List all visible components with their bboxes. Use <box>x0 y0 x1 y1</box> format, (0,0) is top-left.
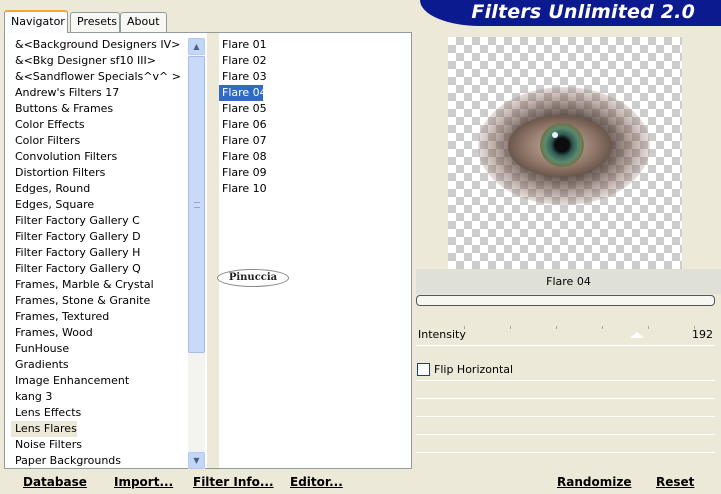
category-item[interactable]: Frames, Wood <box>11 325 189 341</box>
category-item[interactable]: Paper Backgrounds <box>11 453 189 467</box>
tab-about[interactable]: About <box>120 12 167 32</box>
category-item[interactable]: Filter Factory Gallery H <box>11 245 189 261</box>
control-separator <box>416 345 715 346</box>
slider-thumb[interactable] <box>630 332 645 338</box>
category-scrollbar[interactable]: ▲ ▼ <box>188 38 205 469</box>
category-item[interactable]: Noise Filters <box>11 437 189 453</box>
flip-horizontal-label: Flip Horizontal <box>434 363 514 376</box>
title-banner: Filters Unlimited 2.0 <box>420 0 721 26</box>
category-item[interactable]: Convolution Filters <box>11 149 189 165</box>
control-separator <box>416 416 715 417</box>
filter-item[interactable]: Flare 04 <box>219 85 267 101</box>
filter-item[interactable]: Flare 09 <box>219 165 267 181</box>
eye-iris <box>540 123 584 167</box>
category-item[interactable]: Lens Effects <box>11 405 189 421</box>
scroll-thumb[interactable] <box>188 56 205 353</box>
slider-tick <box>602 326 603 329</box>
category-item[interactable]: Color Effects <box>11 117 189 133</box>
editor-button[interactable]: Editor... <box>290 475 343 489</box>
filter-item[interactable]: Flare 08 <box>219 149 267 165</box>
filter-info-button[interactable]: Filter Info... <box>193 475 274 489</box>
filter-item[interactable]: Flare 07 <box>219 133 267 149</box>
category-item[interactable]: Gradients <box>11 357 189 373</box>
randomize-button[interactable]: Randomize <box>557 475 631 489</box>
filter-item[interactable]: Flare 01 <box>219 37 267 53</box>
database-button[interactable]: Database <box>23 475 87 489</box>
category-item[interactable]: Andrew's Filters 17 <box>11 85 189 101</box>
eye-glint <box>552 132 558 138</box>
chevron-down-icon: ▼ <box>193 456 200 465</box>
reset-button[interactable]: Reset <box>656 475 694 489</box>
category-item[interactable]: &<Bkg Designer sf10 III> <box>11 53 189 69</box>
category-item[interactable]: Filter Factory Gallery Q <box>11 261 189 277</box>
tab-presets[interactable]: Presets <box>70 12 120 32</box>
preview-image <box>448 37 682 269</box>
category-item[interactable]: &<Background Designers IV> <box>11 37 189 53</box>
scroll-down-button[interactable]: ▼ <box>188 452 205 469</box>
import-button[interactable]: Import... <box>114 475 173 489</box>
category-list[interactable]: &<Background Designers IV> &<Bkg Designer… <box>11 37 189 467</box>
chevron-up-icon: ▲ <box>193 42 200 51</box>
navigator-panel: &<Background Designers IV> &<Bkg Designer… <box>4 32 412 469</box>
bottom-toolbar: Database Import... Filter Info... Editor… <box>4 472 720 494</box>
filter-item[interactable]: Flare 10 <box>219 181 267 197</box>
progress-bar <box>416 295 715 306</box>
filter-item[interactable]: Flare 03 <box>219 69 267 85</box>
category-item[interactable]: Image Enhancement <box>11 373 189 389</box>
grip-icon <box>194 202 200 208</box>
category-item[interactable]: Frames, Marble & Crystal <box>11 277 189 293</box>
list-divider <box>207 33 219 468</box>
intensity-value: 192 <box>692 328 713 341</box>
intensity-label: Intensity <box>418 328 466 341</box>
category-item[interactable]: Filter Factory Gallery C <box>11 213 189 229</box>
category-item[interactable]: Edges, Square <box>11 197 189 213</box>
filter-item[interactable]: Flare 05 <box>219 101 267 117</box>
flip-horizontal-checkbox[interactable] <box>417 363 430 376</box>
intensity-slider[interactable]: Intensity 192 <box>416 326 721 344</box>
category-item[interactable]: Frames, Stone & Granite <box>11 293 189 309</box>
category-item[interactable]: kang 3 <box>11 389 189 405</box>
slider-tick <box>556 326 557 329</box>
tab-navigator[interactable]: Navigator <box>4 10 68 33</box>
preview-panel: Flare 04 Intensity 192 Flip Horizontal <box>412 32 721 472</box>
selected-filter-name: Flare 04 <box>416 269 721 294</box>
filter-list[interactable]: Flare 01 Flare 02 Flare 03 Flare 04 Flare 05… <box>219 37 309 197</box>
control-separator <box>416 452 715 453</box>
category-item[interactable]: Buttons & Frames <box>11 101 189 117</box>
category-item[interactable]: &<Sandflower Specials^v^ > <box>11 69 189 85</box>
slider-ticks <box>464 326 695 330</box>
category-item[interactable]: Filter Factory Gallery D <box>11 229 189 245</box>
category-item[interactable]: FunHouse <box>11 341 189 357</box>
control-separator <box>416 398 715 399</box>
category-item[interactable]: Edges, Round <box>11 181 189 197</box>
control-separator <box>416 434 715 435</box>
watermark-logo: Pinuccia <box>217 269 289 287</box>
category-item[interactable]: Distortion Filters <box>11 165 189 181</box>
slider-tick <box>510 326 511 329</box>
filter-item[interactable]: Flare 02 <box>219 53 267 69</box>
filter-item[interactable]: Flare 06 <box>219 117 267 133</box>
control-separator <box>416 380 715 381</box>
category-item[interactable]: Lens Flares <box>11 421 77 437</box>
category-item[interactable]: Color Filters <box>11 133 189 149</box>
app-title: Filters Unlimited 2.0 <box>471 1 695 23</box>
scroll-up-button[interactable]: ▲ <box>188 38 205 55</box>
slider-tick <box>648 326 649 329</box>
category-item[interactable]: Frames, Textured <box>11 309 189 325</box>
